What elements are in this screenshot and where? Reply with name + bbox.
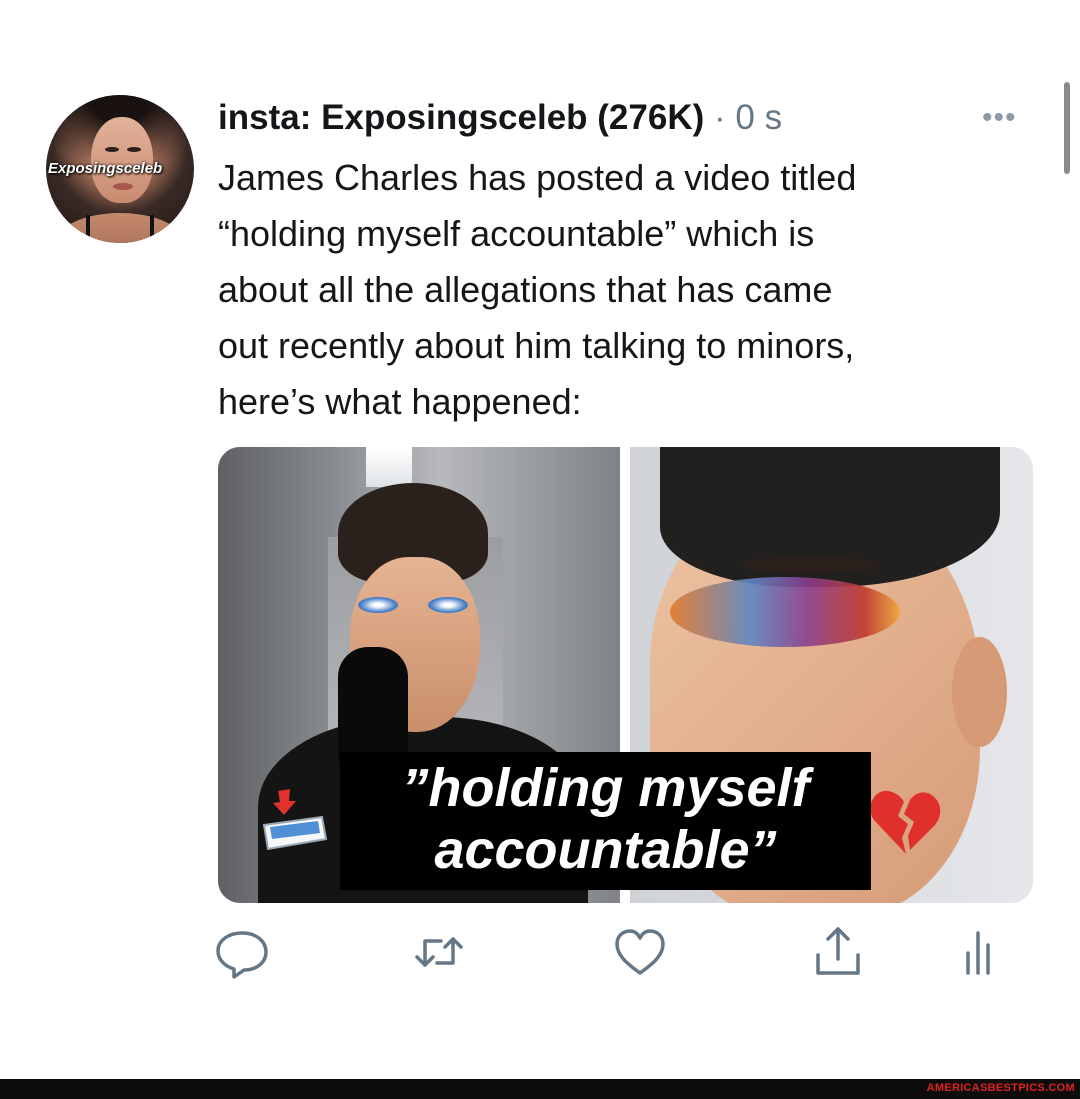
- watermark[interactable]: AMERICASBESTPICS.COM: [927, 1082, 1075, 1094]
- tweet-text-line: about all the allegations that has came: [218, 269, 833, 310]
- tweet-text-line: James Charles has posted a video titled: [218, 157, 857, 198]
- reply-button[interactable]: [214, 925, 270, 979]
- retweet-icon: [415, 937, 463, 967]
- tweet-media[interactable]: ”holding myself accountable”: [218, 447, 1033, 903]
- inbox-tray-icon: [262, 789, 328, 851]
- display-name[interactable]: insta: Exposingsceleb (276K): [218, 98, 704, 137]
- watermark-bar: AMERICASBESTPICS.COM: [0, 1079, 1080, 1099]
- scrollbar[interactable]: [1064, 82, 1070, 174]
- broken-heart-icon: [870, 790, 941, 854]
- tweet-text-line: out recently about him talking to minors…: [218, 325, 855, 366]
- like-button[interactable]: [612, 925, 668, 979]
- timestamp[interactable]: 0 s: [735, 98, 782, 137]
- reply-icon: [216, 931, 268, 979]
- share-icon: [816, 927, 860, 975]
- tweet-text: James Charles has posted a video titled …: [218, 150, 1038, 430]
- share-button[interactable]: [810, 925, 866, 979]
- caption-line: ”holding myself: [401, 758, 810, 818]
- like-icon: [615, 929, 665, 975]
- more-options-icon[interactable]: •••: [982, 103, 1017, 133]
- analytics-icon: [966, 931, 990, 975]
- tweet-text-line: “holding myself accountable” which is: [218, 213, 815, 254]
- tweet-screen: Exposingsceleb insta: Exposingsceleb (27…: [0, 0, 1080, 1099]
- media-caption: ”holding myself accountable”: [340, 752, 871, 890]
- caption-line: accountable”: [434, 820, 777, 880]
- avatar-label: Exposingsceleb: [48, 160, 163, 177]
- analytics-button[interactable]: [950, 925, 1006, 979]
- tweet-header: insta: Exposingsceleb (276K) · 0 s: [218, 96, 782, 140]
- retweet-button[interactable]: [411, 925, 467, 979]
- action-bar: [0, 925, 1080, 980]
- header-separator: ·: [714, 98, 726, 137]
- tweet-text-line: here’s what happened:: [218, 381, 582, 422]
